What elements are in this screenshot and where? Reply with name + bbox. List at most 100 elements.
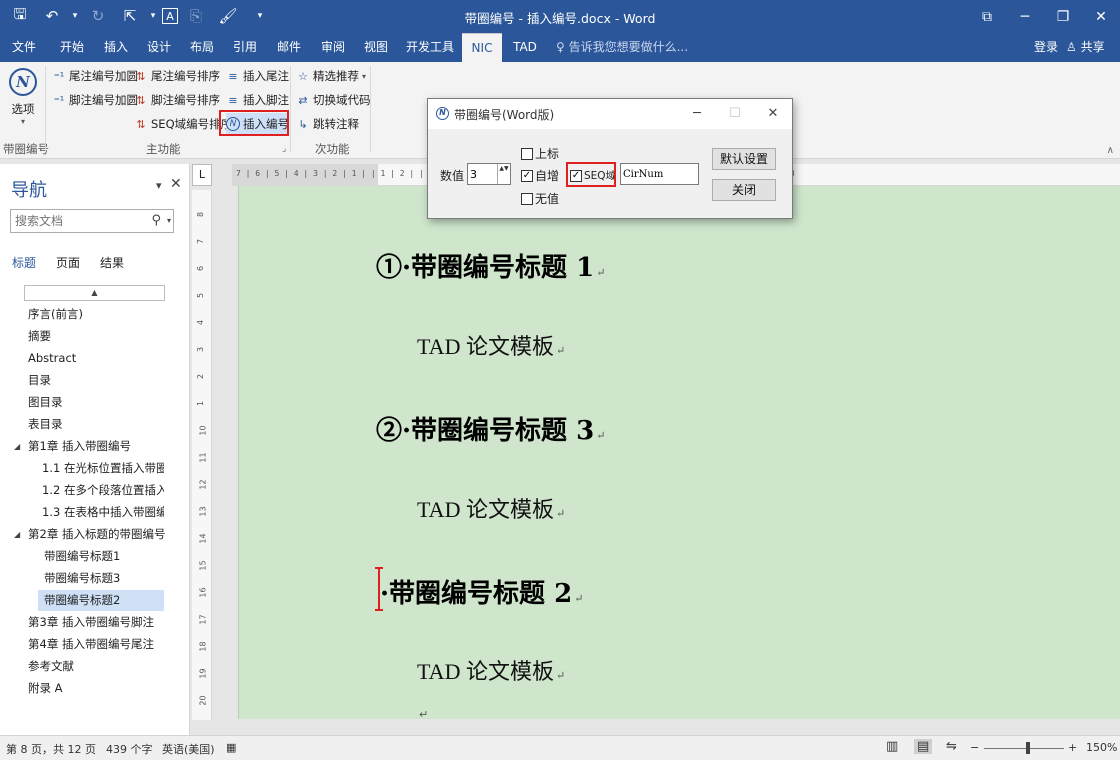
insert-footnote-button[interactable]: ≡ 插入脚注	[226, 89, 289, 111]
expand-triangle-icon[interactable]: ◢	[14, 436, 20, 457]
minimize-button[interactable]: ─	[1006, 0, 1044, 33]
nav-item[interactable]: 参考文献	[28, 656, 74, 677]
tab-references[interactable]: 引用	[227, 33, 263, 62]
nav-item-selected[interactable]: 带圈编号标题2	[38, 590, 164, 611]
vertical-ruler[interactable]: 8 7 6 5 4 3 2 1 10 11 12 13 14 15 16 17 18 19 20	[192, 190, 212, 720]
checkbox-box[interactable]	[521, 192, 533, 205]
collapse-ribbon-icon[interactable]: ∧	[1107, 145, 1114, 156]
no-value-checkbox[interactable]: 无值	[521, 190, 559, 207]
heading-1[interactable]: ①·带圈编号标题 1 ↵	[376, 247, 605, 284]
body-text-1[interactable]: TAD 论文模板 ↵	[417, 329, 565, 361]
tab-view[interactable]: 视图	[358, 33, 394, 62]
toggle-field-code-button[interactable]: ⇄ 切换域代码	[296, 89, 370, 111]
spinner-arrows-icon[interactable]: ▲▼	[497, 164, 510, 184]
nav-item[interactable]: 序言(前言)	[28, 304, 83, 325]
macro-record-icon[interactable]: ▦	[226, 741, 236, 754]
document-area[interactable]: ①·带圈编号标题 1 ↵ TAD 论文模板 ↵ ②·带圈编号标题 3 ↵ TAD 论文…	[212, 186, 1120, 735]
nav-item[interactable]: Abstract	[28, 348, 76, 369]
value-spinner[interactable]: ▲▼	[467, 163, 511, 185]
tab-design[interactable]: 设计	[141, 33, 177, 62]
nav-item[interactable]: 带圈编号标题3	[44, 568, 120, 589]
restore-button[interactable]: ❐	[1044, 0, 1082, 33]
nav-item[interactable]: 1.3 在表格中插入带圈编号	[42, 502, 164, 523]
search-dropdown-icon[interactable]: ▾	[167, 216, 171, 225]
nav-collapse-all-icon[interactable]: ▲	[24, 285, 165, 301]
seq-field-sort-button[interactable]: ⇅ SEQ域编号排序	[134, 113, 232, 135]
search-icon[interactable]: ⚲	[151, 213, 161, 228]
insert-endnote-button[interactable]: ≡ 插入尾注	[226, 65, 289, 87]
tab-insert[interactable]: 插入	[98, 33, 134, 62]
seq-name-field[interactable]	[620, 163, 699, 185]
nav-item[interactable]: 表目录	[28, 414, 63, 435]
login-link[interactable]: 登录	[1034, 33, 1058, 61]
checkbox-box-checked[interactable]: ✓	[521, 169, 533, 182]
nav-search-box[interactable]: ⚲ ▾	[10, 209, 174, 233]
endnote-number-sort-button[interactable]: ⇅ 尾注编号排序	[134, 65, 220, 87]
tab-home[interactable]: 开始	[54, 33, 90, 62]
nav-item[interactable]: 带圈编号标题1	[44, 546, 120, 567]
nav-item-chapter[interactable]: 第4章 插入带圈编号尾注	[28, 634, 154, 655]
body-text-2[interactable]: TAD 论文模板 ↵	[417, 492, 565, 524]
nav-item[interactable]: 1.1 在光标位置插入带圈...	[42, 458, 164, 479]
endnote-number-circle-button[interactable]: ⁼¹ 尾注编号加圆	[52, 65, 138, 87]
checkbox-box[interactable]	[521, 147, 533, 160]
dialog-launcher-icon[interactable]: ⌟	[282, 144, 286, 154]
seq-name-input[interactable]	[621, 164, 697, 184]
close-button[interactable]: ✕	[1082, 0, 1120, 33]
nav-tab-results[interactable]: 结果	[100, 254, 124, 271]
page-count[interactable]: 第 8 页，共 12 页	[6, 741, 96, 757]
tab-mailings[interactable]: 邮件	[271, 33, 307, 62]
share-button[interactable]: ♙ 共享	[1066, 33, 1105, 61]
web-layout-icon[interactable]: ⇋	[946, 739, 957, 754]
dialog-close-button[interactable]: 关闭	[712, 179, 776, 201]
nav-item[interactable]: 1.2 在多个段落位置插入...	[42, 480, 164, 501]
tell-me-search[interactable]: ♀ 告诉我您想要做什么...	[556, 33, 688, 62]
zoom-level[interactable]: 150%	[1086, 741, 1117, 754]
tab-layout[interactable]: 布局	[184, 33, 220, 62]
zoom-slider-track[interactable]	[984, 748, 1064, 749]
dialog-title-bar[interactable]: N 带圈编号(Word版) ─ ☐ ✕	[428, 99, 792, 129]
tab-review[interactable]: 审阅	[315, 33, 351, 62]
value-input[interactable]	[468, 164, 496, 184]
superscript-checkbox[interactable]: 上标	[521, 145, 559, 162]
dialog-close-icon[interactable]: ✕	[754, 99, 792, 129]
jump-to-note-button[interactable]: ↳ 跳转注释	[296, 113, 359, 135]
document-page[interactable]: ①·带圈编号标题 1 ↵ TAD 论文模板 ↵ ②·带圈编号标题 3 ↵ TAD 论文…	[238, 186, 1120, 721]
word-count[interactable]: 439 个字	[106, 741, 153, 757]
default-settings-button[interactable]: 默认设置	[712, 148, 776, 170]
zoom-out-button[interactable]: −	[970, 741, 979, 754]
tab-nic[interactable]: NIC	[462, 33, 502, 62]
tab-developer[interactable]: 开发工具	[403, 33, 457, 62]
tab-file[interactable]: 文件	[6, 33, 42, 62]
heading-3[interactable]: ·带圈编号标题 2 ↵	[380, 573, 583, 610]
body-text-3[interactable]: TAD 论文模板 ↵	[417, 654, 565, 686]
nav-item-chapter[interactable]: 第3章 插入带圈编号脚注	[28, 612, 154, 633]
footnote-number-sort-button[interactable]: ⇅ 脚注编号排序	[134, 89, 220, 111]
tab-stop-selector[interactable]: L	[192, 164, 212, 186]
nav-item[interactable]: 摘要	[28, 326, 51, 347]
nav-item-chapter[interactable]: 第1章 插入带圈编号	[28, 436, 131, 457]
expand-triangle-icon[interactable]: ◢	[14, 524, 20, 545]
options-button[interactable]: N 选项 ▾	[6, 68, 40, 134]
nav-tab-pages[interactable]: 页面	[56, 254, 80, 271]
featured-recommend-button[interactable]: ☆ 精选推荐 ▾	[296, 65, 366, 87]
read-mode-icon[interactable]: ▥	[886, 739, 898, 754]
ribbon-display-options-icon[interactable]: ⧉	[968, 0, 1006, 33]
zoom-slider-thumb[interactable]	[1026, 742, 1030, 754]
nav-item[interactable]: 附录 A	[28, 678, 63, 699]
nav-search-input[interactable]	[11, 210, 141, 232]
heading-2[interactable]: ②·带圈编号标题 3 ↵	[376, 410, 605, 447]
nav-tab-headings[interactable]: 标题	[12, 254, 36, 271]
nav-menu-icon[interactable]: ▾	[156, 179, 162, 192]
zoom-in-button[interactable]: +	[1068, 741, 1077, 754]
print-layout-icon[interactable]: ▤	[914, 739, 933, 754]
nav-item[interactable]: 目录	[28, 370, 51, 391]
footnote-number-circle-button[interactable]: ⁼¹ 脚注编号加圆	[52, 89, 138, 111]
tab-tad[interactable]: TAD	[508, 33, 542, 62]
language-indicator[interactable]: 英语(美国)	[162, 741, 215, 757]
nav-item-chapter[interactable]: 第2章 插入标题的带圈编号	[28, 524, 165, 545]
nav-item[interactable]: 图目录	[28, 392, 63, 413]
dialog-minimize-button[interactable]: ─	[678, 99, 716, 129]
nav-close-icon[interactable]: ✕	[170, 176, 182, 192]
auto-increment-checkbox[interactable]: ✓ 自增	[521, 167, 559, 184]
